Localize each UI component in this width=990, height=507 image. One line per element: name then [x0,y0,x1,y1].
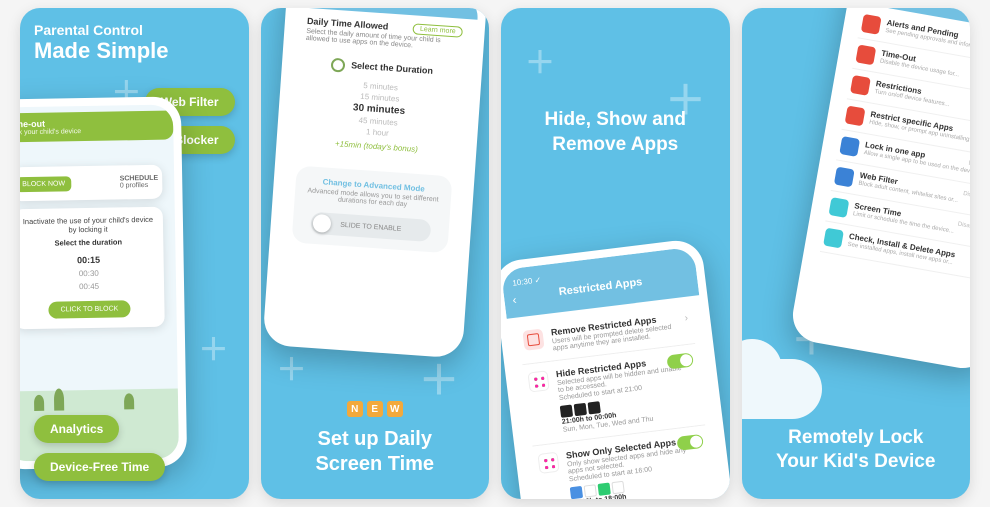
chevron-right-icon: › [684,313,689,324]
phone-mockup-4: iDad Jeff Alerts and Pending See pending… [789,8,970,372]
select-duration-label: Select the Duration [351,60,434,76]
panel-parental-control: ＋ ＋ Parental Control Made Simple Web Fil… [20,8,249,499]
headline-2: Set up Daily Screen Time [261,427,490,477]
row-icon [839,136,860,157]
new-badge: N E W [347,401,403,417]
pill-device-free-time[interactable]: Device-Free Time [34,453,165,481]
lock-description: Inactivate the use of your child's devic… [20,215,157,235]
row-icon [850,75,871,96]
row-icon [823,228,844,249]
duration-card: Inactivate the use of your child's devic… [20,207,165,330]
apps-grid-icon [538,452,560,474]
panel-screen-time: ＋ ＋ Screen Time Learn more Daily Time Al… [261,8,490,499]
panel-remote-lock: ＋ iDad Jeff Alerts and Pending See pendi… [742,8,971,499]
panel-restricted-apps: ＋ ＋ Hide, Show and Remove Apps 10:30 ✓ ‹… [501,8,730,499]
slider-knob[interactable] [312,214,331,233]
select-duration-label: Select the duration [20,237,157,248]
schedule-sub: 0 profiles [120,182,159,190]
headline-3: Hide, Show and Remove Apps [501,108,730,157]
phone-mockup-2: Screen Time Learn more Daily Time Allowe… [262,8,487,359]
slide-to-enable[interactable]: SLIDE TO ENABLE [310,212,431,242]
duration-picker[interactable]: 00:15 00:30 00:45 [20,252,158,294]
toggle-hide-apps[interactable] [667,352,695,369]
headline-1: Parental Control Made Simple [34,22,239,64]
row-icon [855,44,876,65]
row-icon [861,14,882,35]
toggle-show-only[interactable] [677,434,705,451]
row-status: Disabled [957,221,970,232]
row-icon [828,197,849,218]
pill-analytics[interactable]: Analytics [34,415,119,443]
headline-4: Remotely Lock Your Kid's Device [742,426,971,475]
apps-grid-icon [528,370,550,392]
phone-mockup-3: 10:30 ✓ ‹ Restricted Apps Remove Restric… [501,238,730,499]
row-icon [834,167,855,188]
duration-wheel[interactable]: 5 minutes 15 minutes 30 minutes 45 minut… [299,76,459,144]
block-now-button[interactable]: BLOCK NOW [20,176,71,192]
cloud-decor [742,359,822,419]
block-schedule-card: BLOCK NOW SCHEDULE 0 profiles [20,165,163,202]
timeout-header: Time-out Lock your child's device [20,111,174,143]
phone-mockup-1: Time-out Lock your child's device BLOCK … [20,96,187,469]
row-status: Disabled [963,191,970,202]
trash-icon [523,329,545,351]
clock-icon [330,58,345,73]
row-icon [845,106,866,127]
click-to-block-button[interactable]: CLICK TO BLOCK [48,300,130,318]
advanced-mode-box: Change to Advanced Mode Advanced mode al… [291,166,452,254]
